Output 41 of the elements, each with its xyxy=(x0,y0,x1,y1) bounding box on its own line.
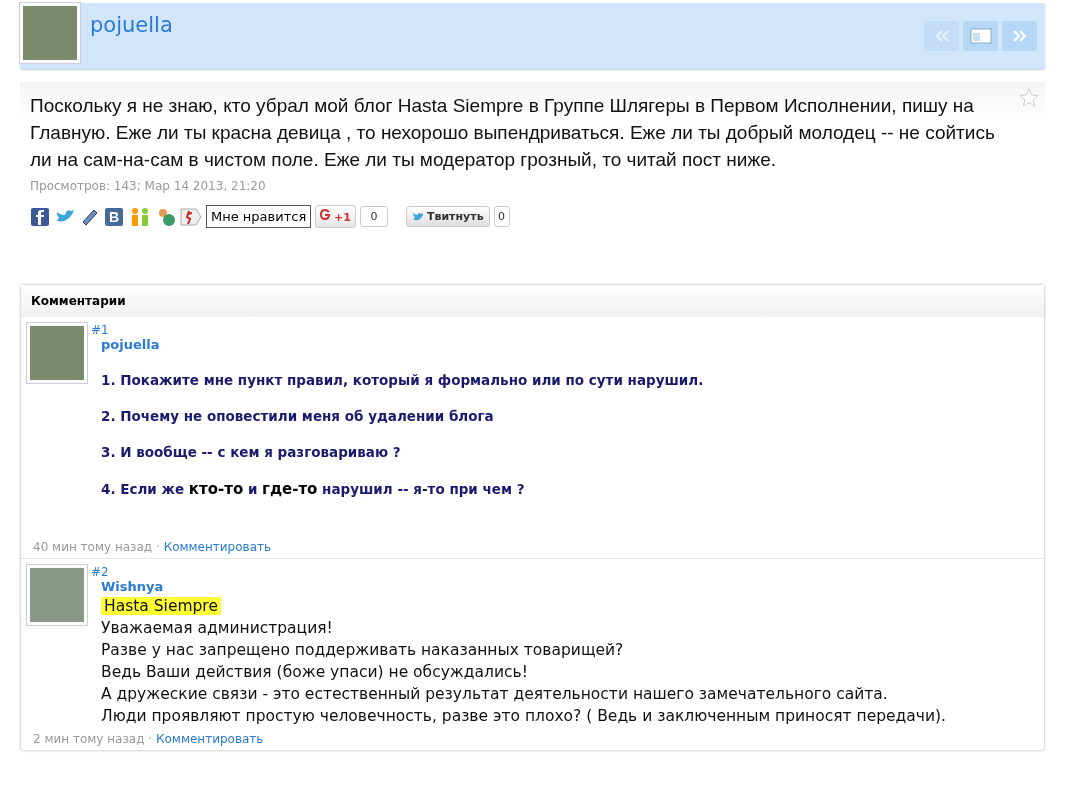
separator-dot: · xyxy=(148,732,153,746)
comment-time: 40 мин тому назад xyxy=(33,540,153,554)
plus-one-button[interactable]: +1 xyxy=(315,205,356,228)
comment-author[interactable]: pojuella xyxy=(101,337,704,352)
like-button[interactable]: Мне нравится xyxy=(206,205,312,228)
comment-text: 3. И вообще -- с кем я разговариваю ? xyxy=(101,444,402,460)
reply-link[interactable]: Комментировать xyxy=(163,540,272,554)
comment-text: Hasta Siempre xyxy=(101,596,946,616)
reply-link[interactable]: Комментировать xyxy=(156,732,264,746)
google-icon xyxy=(320,209,331,221)
comment-text: 4. Если же кто-то и где-то нарушил -- я-то при чем ? xyxy=(101,480,526,498)
comment-number: #1 xyxy=(91,323,110,337)
separator-dot: · xyxy=(155,540,160,554)
post-text: Поскольку я не знаю, кто убрал мой блог Hasta Siempre в Группе Шлягеры в Первом Исполнении, пишу на Главную. Еже ли ты красна девица , то нехорошо выпендриваться. Еже ли ты добрый молодец -- не сойтись ли на сам-на-сам в чистом поле. Еже ли ты модератор грозный, то читай пост ниже. xyxy=(30,94,996,172)
list-view-button[interactable] xyxy=(963,21,998,51)
plus-one-count: 0 xyxy=(359,206,388,227)
comment-number: #2 xyxy=(91,565,110,579)
post-meta: Просмотров: 143; Мар 14 2013, 21:20 xyxy=(30,179,267,193)
vk-icon[interactable] xyxy=(104,206,124,227)
author-name: pojuella xyxy=(90,13,173,37)
tweet-button[interactable]: Твитнуть xyxy=(405,206,490,227)
comment-text: Уважаемая администрация! xyxy=(101,618,334,638)
comment-text: А дружеские связи - это естественный результат деятельности нашего замечательного сайта. xyxy=(101,684,889,704)
avatar-photo-placeholder xyxy=(20,3,80,63)
comment-text: 1. Покажите мне пункт правил, который я формально или по сути нарушил. xyxy=(101,372,704,388)
comment-time: 2 мин тому назад xyxy=(33,732,145,746)
comment-text: 2. Почему не оповестили меня об удалении блога xyxy=(101,408,495,424)
comment-text: Ведь Ваши действия (боже упаси) не обсуждались! xyxy=(101,662,529,682)
comment-author[interactable]: Wishnya xyxy=(101,579,946,594)
star-icon[interactable] xyxy=(1019,88,1039,108)
comments-heading: Комментарии xyxy=(21,285,1044,317)
avatar-photo-placeholder xyxy=(27,565,87,625)
avatar-photo-placeholder xyxy=(27,323,87,383)
next-button[interactable] xyxy=(1002,21,1037,51)
comment-text: Люди проявляют простую человечность, разве это плохо? ( Ведь и заключенным приносят передачи). xyxy=(101,706,946,726)
comment-text: Разве у нас запрещено поддерживать наказанных товарищей? xyxy=(101,640,625,660)
window-icon xyxy=(969,28,992,44)
facebook-icon[interactable] xyxy=(30,206,50,227)
double-chevron-right-icon xyxy=(1010,29,1029,43)
bird-icon xyxy=(411,211,424,222)
tweet-count: 0 xyxy=(493,206,510,227)
